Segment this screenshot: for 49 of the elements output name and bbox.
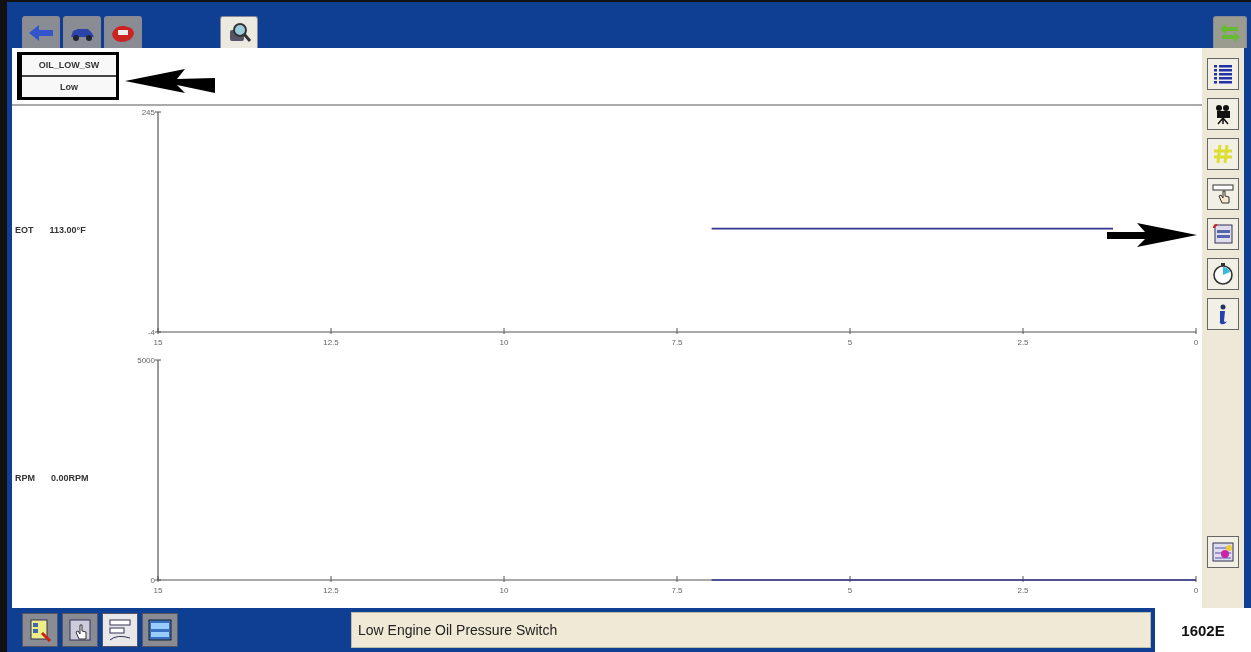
swap-arrows-icon xyxy=(1218,22,1242,43)
tick-label: 2.5 xyxy=(1017,586,1029,595)
document-icon xyxy=(1211,222,1235,246)
meters-icon xyxy=(147,617,173,643)
tick-label: 5 xyxy=(847,338,853,347)
tool-button[interactable] xyxy=(1207,58,1239,90)
tick-label: 5000 xyxy=(137,356,155,365)
tick-label: -4 xyxy=(147,328,155,337)
toolbar-tab[interactable] xyxy=(63,16,101,48)
tick-label: 12.5 xyxy=(323,586,339,595)
figure-number: 1602E xyxy=(1155,608,1251,652)
tool-button[interactable] xyxy=(1207,298,1239,330)
pid-reading: 0.00RPM xyxy=(51,473,89,483)
tick-label: 15 xyxy=(153,586,163,595)
toolbar-tab[interactable] xyxy=(104,16,142,48)
tick-label: 0 xyxy=(150,576,155,585)
stopwatch-icon xyxy=(1211,262,1235,286)
tick-label: 0 xyxy=(1193,338,1199,347)
hash-icon xyxy=(1211,142,1235,166)
view-tab[interactable] xyxy=(102,613,138,647)
layout-icon xyxy=(107,617,133,643)
tick-label: 2.5 xyxy=(1017,338,1029,347)
pid-label: RPM xyxy=(15,473,35,483)
pid-reading: 113.00°F xyxy=(49,225,86,235)
tick-label: 12.5 xyxy=(323,338,339,347)
view-tab[interactable] xyxy=(62,613,98,647)
tool-button[interactable] xyxy=(1207,258,1239,290)
tick-label: 5 xyxy=(847,586,853,595)
search-document-icon xyxy=(27,617,53,643)
hand-ruler-icon xyxy=(1211,182,1235,206)
list-icon xyxy=(1211,62,1235,86)
tick-label: 15 xyxy=(153,338,163,347)
pid-name: OIL_LOW_SW xyxy=(22,55,116,77)
view-tab[interactable] xyxy=(22,613,58,647)
info-icon xyxy=(1217,302,1229,326)
tick-label: 10 xyxy=(499,338,509,347)
tick-label: 7.5 xyxy=(671,338,683,347)
toolbar-tab[interactable] xyxy=(220,16,258,48)
chart-edit-icon xyxy=(1211,540,1235,564)
view-tab[interactable] xyxy=(142,613,178,647)
hand-grid-icon xyxy=(67,617,93,643)
tick-label: 10 xyxy=(499,586,509,595)
status-text: Low Engine Oil Pressure Switch xyxy=(358,622,558,638)
tick-label: 245 xyxy=(141,108,155,117)
tool-button[interactable] xyxy=(1207,98,1239,130)
pid-value: Low xyxy=(59,81,79,94)
tick-label: 7.5 xyxy=(671,586,683,595)
pid-label: EOT xyxy=(15,225,34,235)
tick-label: 0 xyxy=(1193,586,1199,595)
